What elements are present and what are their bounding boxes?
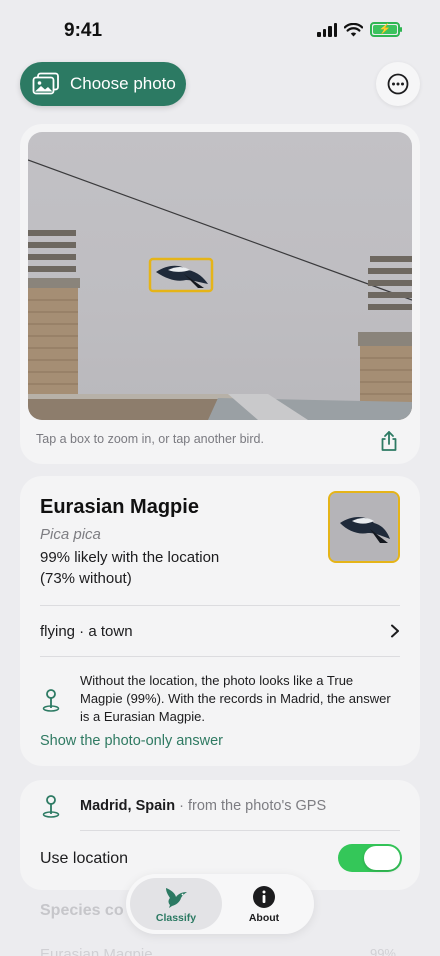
tab-classify-label: Classify [155,911,197,924]
tab-classify[interactable]: Classify [130,878,222,930]
behavior-habitat-row[interactable]: flying · a town [20,606,420,656]
divider [80,830,400,831]
species-row-name: Eurasian Magpie [40,946,153,956]
tab-bar: Classify About [126,874,314,934]
species-common-name: Eurasian Magpie [40,496,199,518]
confidence-without-location: (73% without) [40,570,132,587]
use-location-toggle[interactable] [338,844,402,872]
confidence-with-location: 99% likely with the location [40,549,220,566]
status-bar: 9:41 ⚡ [0,0,440,60]
location-source: · from the photo's GPS [175,798,327,814]
bird-thumbnail[interactable] [328,491,400,563]
species-scientific-name: Pica pica [40,526,101,543]
location-pin-icon [42,795,60,818]
location-explanation: Without the location, the photo looks li… [80,673,391,725]
magpie-bird [156,265,208,288]
photo-scene [28,159,412,420]
more-options-button[interactable] [376,62,420,106]
left-chimney [28,230,80,398]
ellipsis-circle-icon [387,73,409,95]
photo-hint: Tap a box to zoom in, or tap another bir… [36,432,264,446]
show-photo-only-link[interactable]: Show the photo-only answer [40,733,223,749]
species-result-card: Eurasian Magpie Pica pica 99% likely wit… [20,476,420,766]
chevron-right-icon [391,624,399,638]
behavior-habitat-label: flying · a town [40,622,133,640]
cellular-signal-icon [317,22,337,37]
toggle-knob [364,846,400,870]
status-icons: ⚡ [317,22,402,37]
bird-thumbnail-image [330,493,397,560]
location-text: Madrid, Spain · from the photo's GPS [80,798,326,814]
status-time: 9:41 [64,20,103,41]
bird-photo[interactable] [28,132,412,420]
right-chimney [358,256,412,420]
species-section-heading: Species co [40,902,124,919]
choose-photo-button[interactable]: Choose photo [20,62,186,106]
location-name: Madrid, Spain [80,798,176,814]
location-pin-icon [42,689,60,712]
photo-library-icon [32,72,59,95]
species-row-percent: 99% [369,946,396,956]
use-location-label: Use location [40,850,129,867]
divider [40,656,400,657]
share-icon[interactable] [378,430,400,452]
wifi-icon [344,22,363,36]
tab-about-label: About [248,911,280,924]
info-circle-icon [253,885,275,908]
hummingbird-icon [166,887,187,908]
battery-charging-icon: ⚡ [370,22,402,37]
tab-about[interactable]: About [218,878,310,930]
photo-card: Tap a box to zoom in, or tap another bir… [20,124,420,464]
choose-photo-label: Choose photo [70,74,176,93]
